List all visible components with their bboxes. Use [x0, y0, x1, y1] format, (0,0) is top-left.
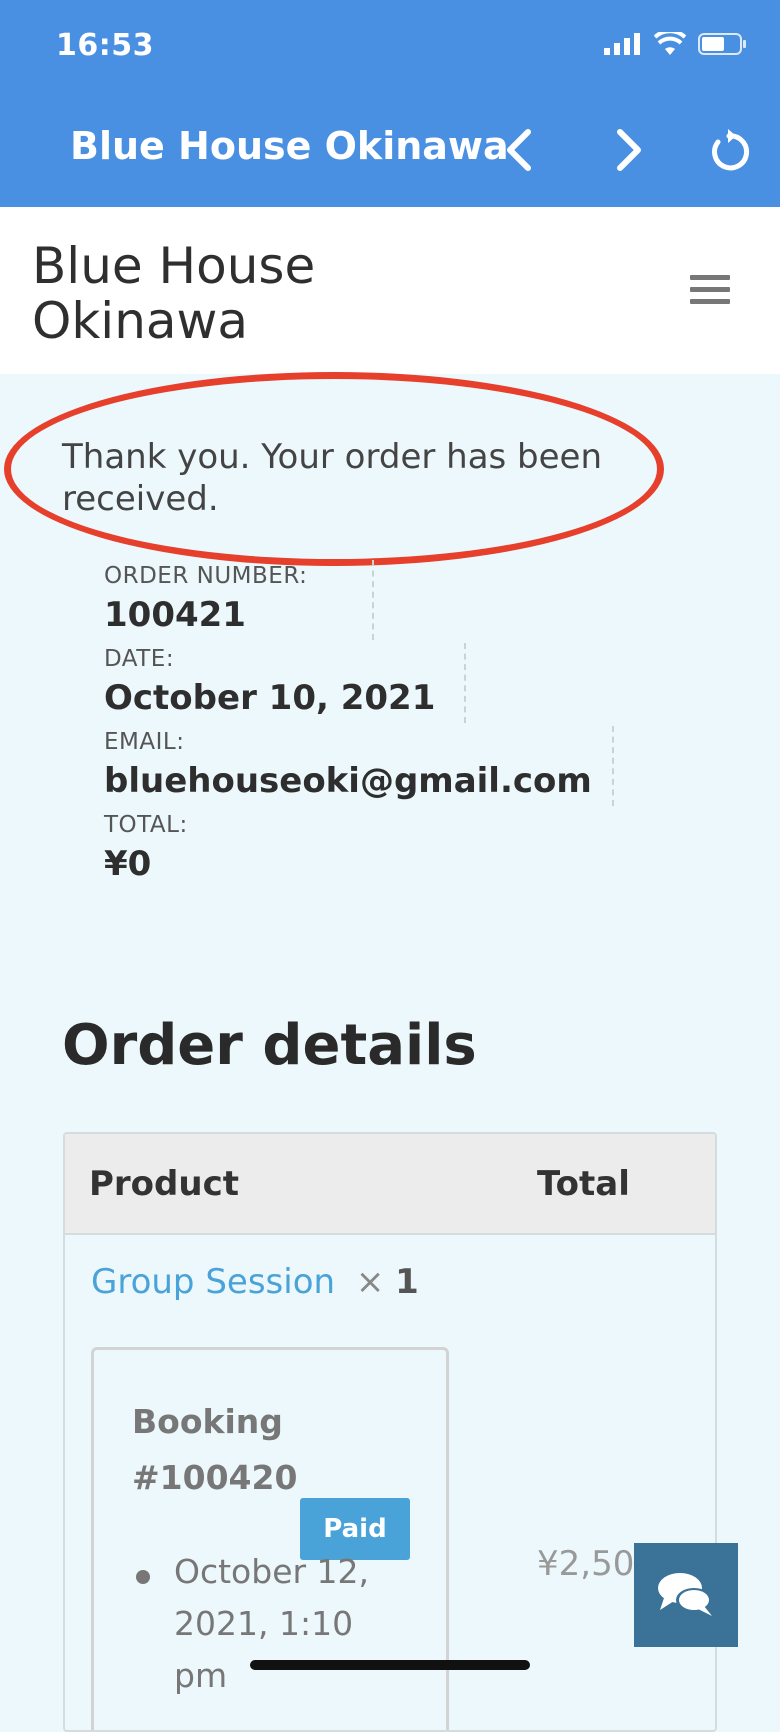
date-value: October 10, 2021 — [104, 678, 436, 718]
hamburger-icon-bar — [690, 287, 730, 292]
booking-title: Booking #100420 — [132, 1402, 298, 1497]
divider — [372, 560, 374, 640]
bullet-icon — [136, 1570, 150, 1584]
quantity-value: 1 — [395, 1262, 419, 1302]
date-label: DATE: — [104, 646, 175, 672]
booking-date: October 12, 2021, 1:10 pm — [174, 1552, 370, 1695]
app-bar: 16:53 Blue House Okinawa — [0, 0, 780, 207]
product-quantity: × 1 — [356, 1262, 419, 1302]
home-indicator — [250, 1660, 530, 1670]
order-number-item: ORDER NUMBER: 100421 — [104, 560, 592, 643]
status-icons — [604, 32, 748, 56]
chevron-left-icon — [507, 129, 531, 171]
chat-button[interactable] — [634, 1543, 738, 1647]
date-item: DATE: October 10, 2021 — [104, 643, 592, 726]
chevron-right-icon — [617, 129, 641, 171]
booking-card: Booking #100420 Paid October 12, 2021, 1… — [91, 1347, 449, 1730]
column-header-total: Total — [537, 1164, 630, 1204]
product-link[interactable]: Group Session — [91, 1262, 335, 1302]
order-number-label: ORDER NUMBER: — [104, 563, 308, 589]
row-total: ¥2,50 — [537, 1544, 635, 1584]
site-header: Blue House Okinawa — [0, 207, 780, 374]
order-details-table: Product Total Group Session × 1 Booking … — [63, 1132, 717, 1732]
column-header-product: Product — [89, 1164, 239, 1204]
menu-button[interactable] — [690, 275, 730, 315]
chat-icon — [658, 1573, 712, 1616]
email-label: EMAIL: — [104, 729, 185, 755]
battery-icon — [698, 33, 746, 55]
hamburger-icon-bar — [690, 275, 730, 280]
highlight-ellipse — [4, 372, 664, 566]
reload-icon — [712, 129, 750, 171]
back-button[interactable] — [494, 122, 544, 178]
table-header: Product Total — [65, 1134, 715, 1235]
wifi-icon — [654, 32, 686, 55]
divider — [612, 726, 614, 806]
divider — [464, 643, 466, 723]
hamburger-icon-bar — [690, 299, 730, 304]
email-value: bluehouseoki@gmail.com — [104, 761, 592, 801]
quantity-prefix: × — [355, 1262, 385, 1302]
signal-icon — [604, 33, 640, 55]
table-row: Group Session × 1 — [91, 1262, 419, 1302]
forward-button[interactable] — [604, 122, 654, 178]
app-bar-title: Blue House Okinawa — [70, 124, 509, 168]
total-item: TOTAL: ¥0 — [104, 809, 592, 892]
reload-button[interactable] — [704, 122, 754, 178]
order-overview: ORDER NUMBER: 100421 DATE: October 10, 2… — [104, 560, 614, 892]
order-details-title: Order details — [62, 1013, 477, 1078]
site-title[interactable]: Blue House Okinawa — [32, 239, 392, 349]
total-label: TOTAL: — [104, 812, 188, 838]
order-number-value: 100421 — [104, 595, 246, 635]
email-item: EMAIL: bluehouseoki@gmail.com — [104, 726, 614, 809]
status-time: 16:53 — [56, 28, 154, 63]
total-value: ¥0 — [104, 844, 152, 884]
